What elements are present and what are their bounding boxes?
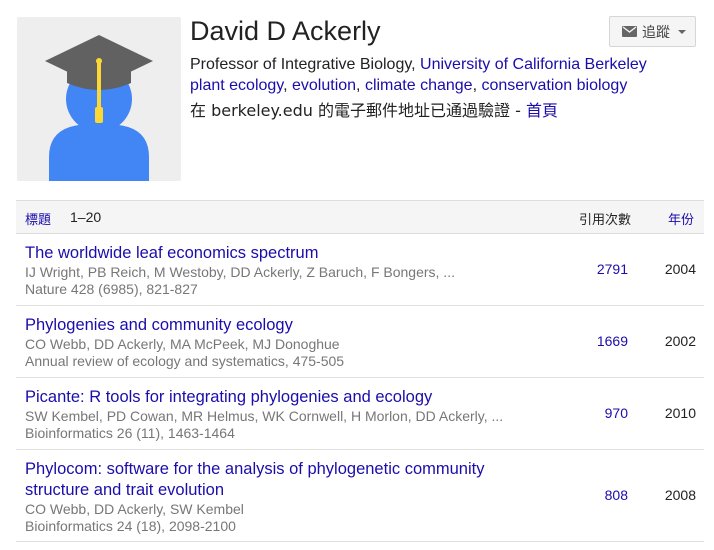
caret-down-icon xyxy=(678,29,686,34)
citation-count-link[interactable]: 1669 xyxy=(597,333,628,349)
homepage-link[interactable]: 首頁 xyxy=(526,101,558,120)
avatar xyxy=(17,17,181,181)
sort-by-year-link[interactable]: 年份 xyxy=(668,209,694,228)
profile-header: David D Ackerly Professor of Integrative… xyxy=(0,0,714,200)
email-verification: 在 berkeley.edu 的電子郵件地址已通過驗證 - 首頁 xyxy=(190,97,558,121)
article-title-link[interactable]: Phylocom: software for the analysis of p… xyxy=(25,459,545,501)
article-title-link[interactable]: The worldwide leaf economics spectrum xyxy=(25,243,545,264)
article-year: 2002 xyxy=(664,333,696,349)
article-authors: CO Webb, DD Ackerly, SW Kembel xyxy=(25,501,244,517)
interest-link[interactable]: plant ecology xyxy=(190,77,283,94)
cited-by-header[interactable]: 引用次數 xyxy=(579,209,631,228)
envelope-icon xyxy=(622,26,637,37)
article-title-link[interactable]: Phylogenies and community ecology xyxy=(25,315,545,336)
article-authors: SW Kembel, PD Cowan, MR Helmus, WK Cornw… xyxy=(25,408,504,424)
affiliation: Professor of Integrative Biology, Univer… xyxy=(190,56,647,74)
interest-separator: , xyxy=(283,77,292,94)
interest-link[interactable]: conservation biology xyxy=(481,77,627,94)
articles-table-header: 標題 1–20 引用次數 年份 xyxy=(16,200,704,234)
interest-link[interactable]: evolution xyxy=(292,77,356,94)
table-row: Picante: R tools for integrating phyloge… xyxy=(16,378,704,450)
citation-count-link[interactable]: 808 xyxy=(605,487,628,503)
table-row: The worldwide leaf economics spectrum IJ… xyxy=(16,234,704,306)
article-venue: Bioinformatics 24 (18), 2098-2100 xyxy=(25,518,236,534)
citation-count-link[interactable]: 970 xyxy=(605,405,628,421)
follow-button[interactable]: 追蹤 xyxy=(609,16,696,47)
table-row: Phylocom: software for the analysis of p… xyxy=(16,450,704,542)
article-range: 1–20 xyxy=(70,209,102,225)
article-title-link[interactable]: Picante: R tools for integrating phyloge… xyxy=(25,387,545,408)
article-venue: Nature 428 (6985), 821-827 xyxy=(25,281,198,297)
verified-text: 在 berkeley.edu 的電子郵件地址已通過驗證 - xyxy=(190,101,526,120)
sort-by-title-link[interactable]: 標題 xyxy=(25,209,51,228)
article-year: 2010 xyxy=(664,405,696,421)
article-year: 2004 xyxy=(664,261,696,277)
citation-count-link[interactable]: 2791 xyxy=(597,261,628,277)
research-interests: plant ecology, evolution, climate change… xyxy=(190,77,627,95)
article-year: 2008 xyxy=(664,487,696,503)
position-text: Professor of Integrative Biology, xyxy=(190,56,421,73)
profile-name: David D Ackerly xyxy=(190,16,381,46)
articles-list: The worldwide leaf economics spectrum IJ… xyxy=(16,234,704,542)
follow-label: 追蹤 xyxy=(642,24,670,41)
article-venue: Bioinformatics 26 (11), 1463-1464 xyxy=(25,425,235,441)
table-row: Phylogenies and community ecology CO Web… xyxy=(16,306,704,378)
interest-separator: , xyxy=(356,77,365,94)
interest-link[interactable]: climate change xyxy=(365,77,473,94)
graduate-avatar-icon xyxy=(17,17,181,181)
article-venue: Annual review of ecology and systematics… xyxy=(25,353,345,369)
institution-link[interactable]: University of California Berkeley xyxy=(420,56,647,73)
